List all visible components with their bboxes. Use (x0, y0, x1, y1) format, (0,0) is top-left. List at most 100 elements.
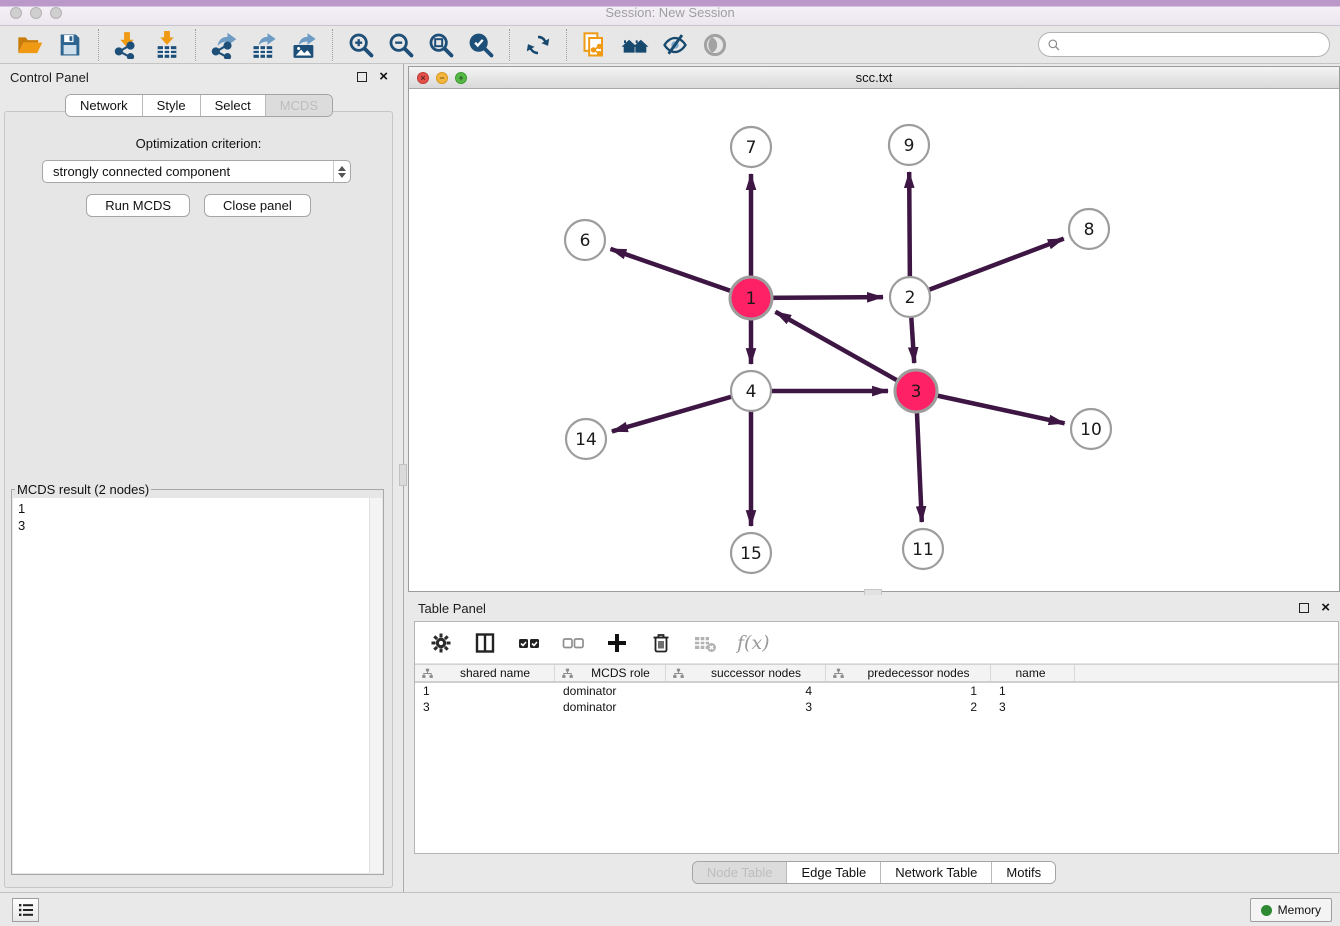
result-scrollbar[interactable] (369, 498, 382, 873)
graph-node-label: 11 (912, 540, 934, 560)
float-panel-icon[interactable] (357, 72, 367, 82)
tab-select[interactable]: Select (201, 95, 266, 116)
column-header-shared-name[interactable]: shared name (415, 665, 555, 681)
close-panel-icon[interactable]: × (379, 72, 388, 82)
float-table-panel-icon[interactable] (1299, 603, 1309, 613)
export-image-icon[interactable] (290, 31, 318, 59)
mcds-result-values: 1 3 (18, 500, 25, 534)
column-header-successor-nodes[interactable]: successor nodes (666, 665, 826, 681)
settings-gear-icon[interactable] (429, 631, 453, 655)
graph-node-label: 4 (746, 382, 757, 402)
tab-node-table[interactable]: Node Table (693, 862, 788, 883)
vertical-splitter[interactable] (398, 64, 408, 892)
criterion-dropdown[interactable]: strongly connected component (42, 160, 351, 183)
tab-mcds[interactable]: MCDS (266, 95, 332, 116)
toolbar-separator (566, 29, 567, 61)
table-cell: 1 (991, 683, 1075, 699)
graph-node-4[interactable]: 4 (731, 371, 771, 411)
criterion-value: strongly connected component (43, 164, 333, 179)
mcds-result-legend: MCDS result (2 nodes) (15, 482, 151, 497)
deselect-all-icon[interactable] (561, 631, 585, 655)
show-columns-icon[interactable] (473, 631, 497, 655)
graph-node-label: 9 (904, 136, 915, 156)
graph-edge-3-10[interactable] (916, 391, 1065, 423)
open-session-icon[interactable] (16, 31, 44, 59)
tab-edge-table[interactable]: Edge Table (787, 862, 881, 883)
close-panel-button[interactable]: Close panel (204, 194, 311, 217)
graph-node-2[interactable]: 2 (890, 277, 930, 317)
graph-node-8[interactable]: 8 (1069, 209, 1109, 249)
table-cell: 3 (666, 699, 826, 715)
table-header-row: shared nameMCDS rolesuccessor nodesprede… (415, 664, 1338, 683)
graph-edge-3-1[interactable] (775, 312, 916, 391)
table-cell: 1 (826, 683, 991, 699)
network-window-title: scc.txt (409, 67, 1339, 88)
table-toolbar: f(x) (415, 622, 1338, 664)
splitter-grip[interactable] (399, 464, 407, 486)
table-cell: 4 (666, 683, 826, 699)
mcds-result-box[interactable]: 1 3 (13, 498, 382, 873)
network-maximize-button[interactable]: + (455, 72, 467, 84)
graph-node-14[interactable]: 14 (566, 419, 606, 459)
add-row-icon[interactable] (605, 631, 629, 655)
graph-node-11[interactable]: 11 (903, 529, 943, 569)
select-all-icon[interactable] (517, 631, 541, 655)
delete-table-icon[interactable] (693, 631, 717, 655)
network-close-button[interactable]: × (417, 72, 429, 84)
task-history-button[interactable] (12, 898, 39, 922)
graph-node-7[interactable]: 7 (731, 127, 771, 167)
graph-node-label: 1 (746, 289, 757, 309)
search-input[interactable] (1061, 38, 1329, 52)
close-table-panel-icon[interactable]: × (1321, 603, 1330, 613)
copy-network-icon[interactable] (581, 31, 609, 59)
network-window-titlebar[interactable]: × − + scc.txt (409, 67, 1339, 89)
network-canvas[interactable]: 1 2 3 4 6 7 8 9 10 11 14 15 (409, 89, 1339, 591)
table-row[interactable]: 1dominator411 (415, 683, 1338, 699)
memory-label: Memory (1278, 903, 1321, 917)
table-row[interactable]: 3dominator323 (415, 699, 1338, 715)
export-table-icon[interactable] (250, 31, 278, 59)
home-icon[interactable] (621, 31, 649, 59)
delete-row-icon[interactable] (649, 631, 673, 655)
tab-motifs[interactable]: Motifs (992, 862, 1055, 883)
mcds-panel: Optimization criterion: strongly connect… (4, 111, 393, 888)
tab-style[interactable]: Style (143, 95, 201, 116)
graph-edge-2-8[interactable] (910, 239, 1064, 297)
refresh-icon[interactable] (524, 31, 552, 59)
tab-network[interactable]: Network (66, 95, 143, 116)
export-network-icon[interactable] (210, 31, 238, 59)
search-icon (1047, 38, 1061, 52)
run-mcds-button[interactable]: Run MCDS (86, 194, 190, 217)
zoom-fit-icon[interactable] (427, 31, 455, 59)
table-cell: dominator (555, 683, 666, 699)
column-header-predecessor-nodes[interactable]: predecessor nodes (826, 665, 991, 681)
table-cell: dominator (555, 699, 666, 715)
hide-selected-icon[interactable] (661, 31, 689, 59)
zoom-selected-icon[interactable] (467, 31, 495, 59)
graph-edge-4-14[interactable] (612, 391, 751, 431)
toolbar-separator (98, 29, 99, 61)
column-header-MCDS-role[interactable]: MCDS role (555, 665, 666, 681)
graph-node-6[interactable]: 6 (565, 220, 605, 260)
save-session-icon[interactable] (56, 31, 84, 59)
column-header-name[interactable]: name (991, 665, 1075, 681)
search-field[interactable] (1038, 32, 1330, 57)
zoom-in-icon[interactable] (347, 31, 375, 59)
function-builder-icon[interactable]: f(x) (737, 632, 770, 654)
zoom-out-icon[interactable] (387, 31, 415, 59)
import-network-icon[interactable] (113, 31, 141, 59)
show-hidden-icon[interactable] (701, 31, 729, 59)
import-table-icon[interactable] (153, 31, 181, 59)
table-cell: 3 (991, 699, 1075, 715)
graph-node-1[interactable]: 1 (730, 277, 772, 319)
memory-button[interactable]: Memory (1250, 898, 1332, 922)
tab-network-table[interactable]: Network Table (881, 862, 992, 883)
graph-node-15[interactable]: 15 (731, 533, 771, 573)
network-minimize-button[interactable]: − (436, 72, 448, 84)
graph-node-10[interactable]: 10 (1071, 409, 1111, 449)
graph-node-label: 10 (1080, 420, 1102, 440)
table-panel: Table Panel × (408, 595, 1340, 892)
graph-node-label: 8 (1084, 220, 1095, 240)
graph-node-3[interactable]: 3 (895, 370, 937, 412)
graph-node-9[interactable]: 9 (889, 125, 929, 165)
